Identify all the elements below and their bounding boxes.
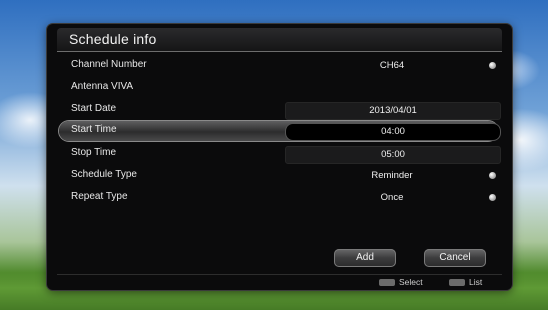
row-antenna: Antenna VIVA <box>57 78 502 98</box>
row-schedule-type[interactable]: Schedule Type Reminder <box>57 166 502 186</box>
option-arrow-icon[interactable] <box>489 194 496 201</box>
row-channel-number[interactable]: Channel Number CH64 <box>57 56 502 76</box>
dialog-title: Schedule info <box>69 31 157 47</box>
stop-time-field[interactable]: 05:00 <box>285 146 501 164</box>
select-hint: Select <box>379 277 423 287</box>
schedule-info-dialog: Schedule info Channel Number CH64 Antenn… <box>47 24 512 290</box>
hint-bar: Select List <box>57 274 502 289</box>
row-stop-time[interactable]: Stop Time 05:00 <box>57 144 502 164</box>
row-label: Schedule Type <box>71 169 137 180</box>
row-label: Repeat Type <box>71 191 128 202</box>
row-start-date[interactable]: Start Date 2013/04/01 <box>57 100 502 120</box>
dialog-title-bar: Schedule info <box>57 28 502 52</box>
list-hint-label: List <box>469 277 483 287</box>
cancel-button[interactable]: Cancel <box>424 249 486 267</box>
repeat-type-value[interactable]: Once <box>285 190 499 206</box>
select-key-icon <box>379 279 395 287</box>
row-label: Stop Time <box>71 147 117 158</box>
add-button[interactable]: Add <box>334 249 396 267</box>
row-label: Channel Number <box>71 59 147 70</box>
row-label: Start Date <box>71 103 117 114</box>
list-key-icon <box>449 279 465 287</box>
row-repeat-type[interactable]: Repeat Type Once <box>57 188 502 208</box>
select-hint-label: Select <box>399 277 423 287</box>
start-time-field[interactable]: 04:00 <box>285 123 501 141</box>
row-start-time[interactable]: Start Time 04:00 <box>57 121 502 143</box>
option-arrow-icon[interactable] <box>489 172 496 179</box>
option-arrow-icon[interactable] <box>489 62 496 69</box>
start-date-field[interactable]: 2013/04/01 <box>285 102 501 120</box>
row-label: Start Time <box>71 124 117 135</box>
list-hint: List <box>449 277 482 287</box>
channel-number-value[interactable]: CH64 <box>285 58 499 74</box>
schedule-type-value[interactable]: Reminder <box>285 168 499 184</box>
row-label: Antenna VIVA <box>71 81 134 92</box>
